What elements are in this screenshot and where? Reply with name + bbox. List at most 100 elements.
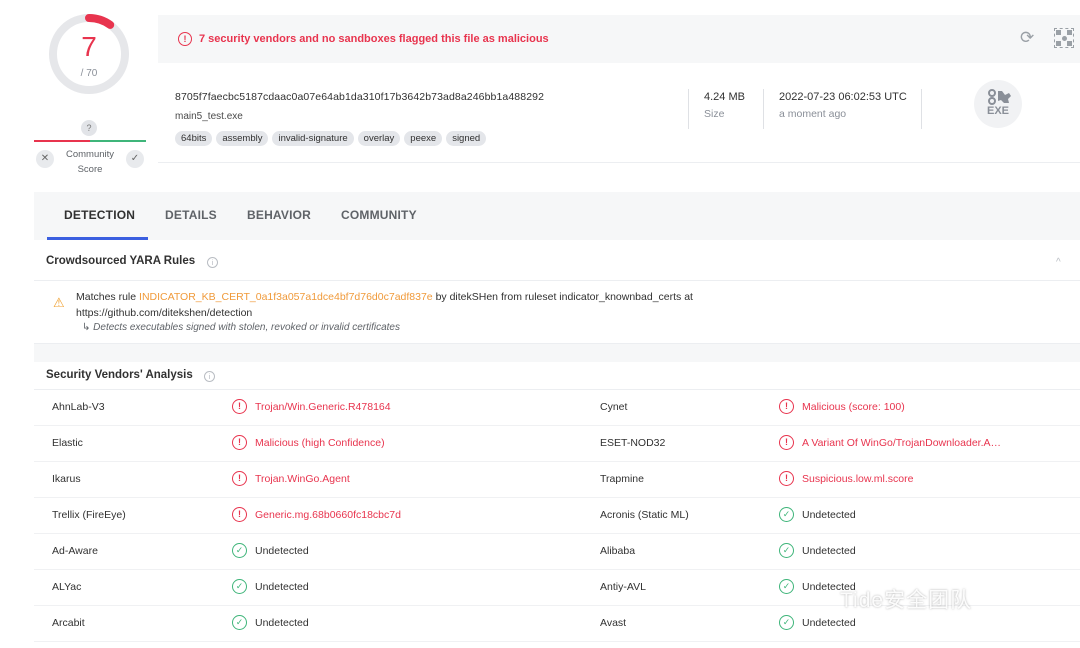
exe-file-type-icon: EXE: [974, 80, 1022, 128]
vendor-name: ESET-NOD32: [600, 437, 666, 449]
info-icon[interactable]: i: [207, 257, 218, 268]
vendor-name: Avast: [600, 617, 627, 629]
vendor-row: AhnLab-V3! Trojan/Win.Generic.R478164 Cyne…: [34, 390, 1080, 426]
vendor-name: Cynet: [600, 401, 628, 413]
collapse-icon[interactable]: ^: [1056, 257, 1061, 268]
vendor-result: Trojan/Win.Generic.R478164: [255, 401, 391, 413]
vendors-section-header: Security Vendors' Analysis i: [34, 362, 1080, 390]
section-title: Security Vendors' Analysis: [46, 369, 193, 381]
malicious-icon: !: [779, 471, 794, 486]
file-hash[interactable]: 8705f7faecbc5187cdaac0a07e64ab1da310f17b…: [175, 91, 544, 103]
vendor-name: ALYac: [52, 581, 82, 593]
vendor-row: Ad-Aware ✓ Undetected Alibaba ✓ Undetected: [34, 534, 1080, 570]
tab-community[interactable]: COMMUNITY: [341, 192, 417, 240]
vendor-row: Ikarus! Trojan.WinGo.Agent Trapmine! Suspic…: [34, 462, 1080, 498]
yara-match: ⚠ Matches rule INDICATOR_KB_CERT_0a1f3a0…: [34, 282, 1080, 344]
file-size-label: Size: [704, 108, 725, 120]
community-score-label: Community Score: [65, 149, 115, 175]
vendor-name: Elastic: [52, 437, 83, 449]
vendor-result: Suspicious.low.ml.score: [802, 473, 914, 485]
file-tag[interactable]: assembly: [216, 131, 269, 146]
vendor-result: Undetected: [802, 509, 856, 521]
file-name: main5_test.exe: [175, 111, 243, 122]
graph-view-icon[interactable]: [1054, 28, 1074, 48]
detection-score-gauge: 7 / 70: [47, 12, 131, 96]
vendor-result: Undetected: [255, 545, 309, 557]
yara-rule-description: ↳ Detects executables signed with stolen…: [82, 322, 400, 333]
vendor-result: Undetected: [255, 581, 309, 593]
vendor-result: Undetected: [255, 617, 309, 629]
vendor-name: Alibaba: [600, 545, 636, 557]
malicious-icon: !: [779, 435, 794, 450]
file-type-label: EXE: [986, 105, 1009, 117]
community-score-bar: [34, 140, 146, 142]
vendor-result: Malicious (high Confidence): [255, 437, 385, 449]
active-tab-indicator: [47, 237, 148, 240]
detection-banner: ! 7 security vendors and no sandboxes fl…: [158, 15, 1080, 63]
vendor-name: AhnLab-V3: [52, 401, 105, 413]
detection-message: 7 security vendors and no sandboxes flag…: [199, 33, 549, 45]
undetected-check-icon: ✓: [232, 543, 247, 558]
yara-section-header[interactable]: Crowdsourced YARA Rules i ^: [34, 247, 1080, 281]
warning-icon: ⚠: [53, 295, 65, 310]
vendor-name: Ad-Aware: [52, 545, 98, 557]
vendor-result: Undetected: [802, 617, 856, 629]
vendor-row: Trellix (FireEye)! Generic.mg.68b0660fc18…: [34, 498, 1080, 534]
divider: [688, 89, 689, 129]
vendor-result: A Variant Of WinGo/TrojanDownloader.A…: [802, 437, 1002, 449]
community-score-badge: ?: [81, 120, 97, 136]
tab-details[interactable]: DETAILS: [165, 192, 217, 240]
detection-score-panel: 7 / 70 ? ✕ Community Score ✓: [34, 10, 146, 180]
detection-total: / 70: [80, 68, 98, 79]
file-tag[interactable]: 64bits: [175, 131, 213, 146]
malicious-icon: !: [232, 435, 247, 450]
info-icon[interactable]: i: [204, 371, 215, 382]
malicious-icon: !: [779, 399, 794, 414]
report-tabs: DETECTION DETAILS BEHAVIOR COMMUNITY: [34, 192, 1080, 240]
malicious-icon: !: [232, 471, 247, 486]
undetected-check-icon: ✓: [232, 579, 247, 594]
undetected-check-icon: ✓: [779, 615, 794, 630]
yara-match-text: Matches rule INDICATOR_KB_CERT_0a1f3a057…: [76, 291, 693, 303]
vendor-name: Antiy-AVL: [600, 581, 646, 593]
vendor-result: Generic.mg.68b0660fc18cbc7d: [255, 509, 401, 521]
section-title: Crowdsourced YARA Rules: [46, 255, 196, 267]
alert-icon: !: [178, 32, 192, 46]
vendor-name: Trapmine: [600, 473, 644, 485]
file-tag[interactable]: invalid-signature: [272, 131, 354, 146]
undetected-check-icon: ✓: [779, 507, 794, 522]
file-size: 4.24 MB: [704, 91, 745, 103]
vendor-row: Elastic! Malicious (high Confidence) ESET-…: [34, 426, 1080, 462]
divider: [921, 89, 922, 129]
watermark: Tide安全团队: [840, 589, 973, 612]
vendor-name: Trellix (FireEye): [52, 509, 126, 521]
reanalyze-icon[interactable]: ⟳: [1020, 29, 1034, 47]
vote-harmful-button[interactable]: ✕: [36, 150, 54, 168]
yara-ruleset-source[interactable]: https://github.com/ditekshen/detection: [76, 307, 252, 319]
analysis-date: 2022-07-23 06:02:53 UTC: [779, 91, 907, 103]
undetected-check-icon: ✓: [779, 543, 794, 558]
section-gap: [34, 344, 1080, 362]
file-tag[interactable]: overlay: [357, 131, 401, 146]
tab-detection[interactable]: DETECTION: [64, 192, 135, 240]
divider: [763, 89, 764, 129]
analysis-date-relative: a moment ago: [779, 108, 847, 120]
vote-harmless-button[interactable]: ✓: [126, 150, 144, 168]
vendor-result: Malicious (score: 100): [802, 401, 905, 413]
arrow-icon: ↳: [82, 322, 91, 333]
malicious-icon: !: [232, 399, 247, 414]
file-tag[interactable]: signed: [446, 131, 487, 146]
vendor-result: Undetected: [802, 545, 856, 557]
detection-count: 7: [81, 31, 97, 62]
file-summary-card: 8705f7faecbc5187cdaac0a07e64ab1da310f17b…: [158, 63, 1080, 163]
undetected-check-icon: ✓: [779, 579, 794, 594]
yara-rule-link[interactable]: INDICATOR_KB_CERT_0a1f3a057a1dce4bf7d76d…: [139, 291, 433, 303]
undetected-check-icon: ✓: [232, 615, 247, 630]
vendor-result: Trojan.WinGo.Agent: [255, 473, 350, 485]
file-tag[interactable]: peexe: [404, 131, 443, 146]
vendor-name: Arcabit: [52, 617, 85, 629]
vendor-name: Acronis (Static ML): [600, 509, 689, 521]
vendor-name: Ikarus: [52, 473, 81, 485]
tab-behavior[interactable]: BEHAVIOR: [247, 192, 311, 240]
malicious-icon: !: [232, 507, 247, 522]
